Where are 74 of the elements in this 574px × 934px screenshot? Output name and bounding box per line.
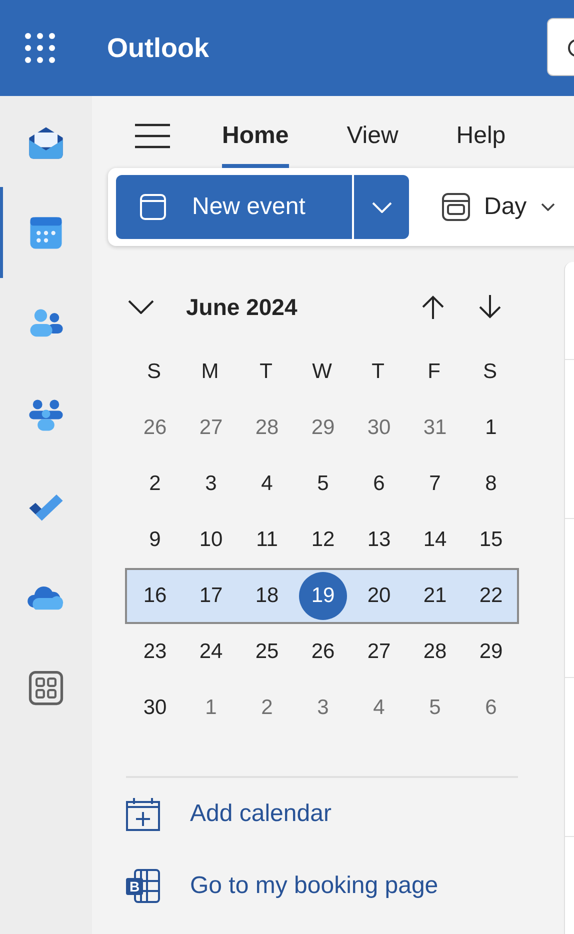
calendar-day[interactable]: 30 — [131, 684, 179, 732]
weekday-label: T — [370, 359, 386, 385]
weekday-label: F — [426, 359, 442, 385]
arrow-down-icon[interactable] — [479, 295, 501, 319]
calendar-day[interactable]: 28 — [243, 404, 291, 452]
calendar-day[interactable]: 11 — [243, 516, 291, 564]
calendar-day[interactable]: 27 — [187, 404, 235, 452]
calendar-day[interactable]: 12 — [299, 516, 347, 564]
app-launcher-icon[interactable] — [24, 32, 56, 64]
calendar-day[interactable]: 1 — [467, 404, 515, 452]
calendar-day[interactable]: 29 — [467, 628, 515, 676]
calendar-day[interactable]: 4 — [243, 460, 291, 508]
calendar-day[interactable]: 6 — [355, 460, 403, 508]
calendar-day[interactable]: 10 — [187, 516, 235, 564]
month-label: June 2024 — [186, 294, 298, 320]
weekday-label: S — [482, 359, 498, 385]
day-view-icon — [442, 193, 470, 221]
add-calendar-link[interactable]: Add calendar — [126, 778, 332, 850]
calendar-icon — [140, 194, 166, 220]
week-row[interactable]: 30 1 2 3 4 5 6 — [125, 680, 519, 736]
arrow-up-icon[interactable] — [422, 295, 444, 319]
calendar-day[interactable]: 30 — [355, 404, 403, 452]
calendar-day[interactable]: 28 — [411, 628, 459, 676]
weekday-label: M — [200, 359, 220, 385]
calendar-day[interactable]: 13 — [355, 516, 403, 564]
new-event-button[interactable]: New event — [116, 175, 352, 239]
week-row[interactable]: 16 17 18 19 20 21 22 — [125, 568, 519, 624]
calendar-add-icon — [126, 797, 160, 831]
view-switch-button[interactable]: Day — [442, 193, 555, 221]
calendar-day[interactable]: 21 — [411, 572, 459, 620]
calendar-day[interactable]: 16 — [131, 572, 179, 620]
calendar-day[interactable]: 19 — [299, 572, 347, 620]
calendar-day[interactable]: 22 — [467, 572, 515, 620]
chevron-down-icon — [540, 203, 555, 211]
booking-page-link[interactable]: B Go to my booking page — [126, 850, 438, 922]
calendar-day[interactable]: 26 — [131, 404, 179, 452]
calendar-day[interactable]: 24 — [187, 628, 235, 676]
calendar-day[interactable]: 26 — [299, 628, 347, 676]
weekday-label: S — [146, 359, 162, 385]
week-row[interactable]: 2 3 4 5 6 7 8 — [125, 456, 519, 512]
calendar-day[interactable]: 20 — [355, 572, 403, 620]
calendar-day[interactable]: 15 — [467, 516, 515, 564]
collapse-icon[interactable] — [128, 300, 154, 314]
menu-icon[interactable] — [135, 123, 170, 149]
calendar-day[interactable]: 3 — [299, 684, 347, 732]
weekday-label: W — [311, 359, 333, 385]
calendar-day[interactable]: 1 — [187, 684, 235, 732]
week-row[interactable]: 26 27 28 29 30 31 1 — [125, 400, 519, 456]
new-event-dropdown[interactable] — [352, 175, 409, 239]
week-row[interactable]: 23 24 25 26 27 28 29 — [125, 624, 519, 680]
calendar-day[interactable]: 9 — [131, 516, 179, 564]
calendar-day[interactable]: 25 — [243, 628, 291, 676]
calendar-day[interactable]: 8 — [467, 460, 515, 508]
calendar-day[interactable]: 6 — [467, 684, 515, 732]
chevron-down-icon — [372, 202, 392, 212]
calendar-day[interactable]: 3 — [187, 460, 235, 508]
calendar-day[interactable]: 4 — [355, 684, 403, 732]
calendar-day[interactable]: 23 — [131, 628, 179, 676]
calendar-day[interactable]: 17 — [187, 572, 235, 620]
calendar-day[interactable]: 14 — [411, 516, 459, 564]
calendar-day[interactable]: 7 — [411, 460, 459, 508]
app-title: Outlook — [107, 32, 209, 64]
calendar-day[interactable]: 2 — [243, 684, 291, 732]
calendar-day[interactable]: 5 — [411, 684, 459, 732]
ribbon-tab[interactable]: View — [346, 104, 398, 168]
ribbon-tab[interactable]: Help — [456, 104, 506, 168]
weekday-label: T — [258, 359, 274, 385]
calendar-day[interactable]: 29 — [299, 404, 347, 452]
calendar-day[interactable]: 18 — [243, 572, 291, 620]
week-row[interactable]: 9 10 11 12 13 14 15 — [125, 512, 519, 568]
calendar-day[interactable]: 2 — [131, 460, 179, 508]
calendar-day[interactable]: 5 — [299, 460, 347, 508]
calendar-day[interactable]: 27 — [355, 628, 403, 676]
calendar-day[interactable]: 31 — [411, 404, 459, 452]
